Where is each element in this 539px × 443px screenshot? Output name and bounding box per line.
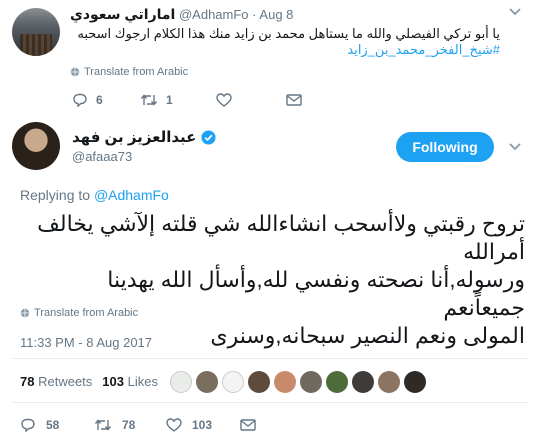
replying-to: Replying to @AdhamFo: [20, 187, 169, 203]
replying-prefix: Replying to: [20, 187, 91, 203]
reply-count: 6: [96, 93, 103, 107]
avatar[interactable]: [300, 371, 322, 393]
hashtag-link[interactable]: #شيخ_الفخر_محمد_بن_زايد: [70, 42, 500, 58]
heart-icon[interactable]: [216, 93, 232, 107]
translate-label: Translate from Arabic: [84, 66, 189, 78]
globe-icon: [20, 308, 30, 318]
like-button[interactable]: 103: [166, 418, 212, 432]
handle[interactable]: @AdhamFo: [179, 7, 249, 22]
avatar[interactable]: [326, 371, 348, 393]
likers-avatars: [170, 371, 430, 393]
tweet-text-body: يا أبو تركي الفيصلي والله ما يستاهل محمد…: [77, 26, 500, 41]
reply-button[interactable]: 58: [20, 418, 59, 432]
stats-row: 78 Retweets 103 Likes: [20, 374, 158, 389]
retweets-stat[interactable]: 78 Retweets: [20, 374, 92, 389]
retweet-count: 1: [166, 93, 173, 107]
message-icon[interactable]: [240, 418, 256, 432]
translate-link[interactable]: Translate from Arabic: [70, 66, 188, 78]
likes-stat-label: Likes: [127, 374, 158, 389]
message-icon[interactable]: [286, 93, 302, 107]
heart-icon: [166, 418, 182, 432]
avatar[interactable]: [222, 371, 244, 393]
display-name[interactable]: اماراتي سعودي: [70, 6, 175, 22]
reply-icon: [72, 93, 88, 107]
reply-count: 58: [46, 418, 60, 432]
timestamp[interactable]: 11:33 PM - 8 Aug 2017: [20, 335, 152, 350]
likes-stat-count: 103: [102, 374, 124, 389]
replying-to-link[interactable]: @AdhamFo: [94, 187, 169, 203]
divider: [12, 402, 527, 403]
like-count: 103: [192, 418, 213, 432]
avatar[interactable]: [12, 8, 60, 56]
retweets-stat-label: Retweets: [38, 374, 93, 389]
retweet-button[interactable]: 78: [94, 418, 135, 432]
retweets-stat-count: 78: [20, 374, 35, 389]
globe-icon: [70, 67, 80, 77]
retweet-icon: [94, 418, 112, 432]
handle[interactable]: @afaaa73: [72, 149, 132, 164]
chevron-down-icon[interactable]: [508, 7, 522, 17]
tweet-text: تروح رقبتي ولاأسحب انشاءالله شي قلته إلآ…: [20, 210, 525, 350]
avatar[interactable]: [196, 371, 218, 393]
reply-icon: [20, 418, 36, 432]
display-name[interactable]: عبدالعزيز بن فهد: [72, 128, 196, 146]
reply-button[interactable]: 6: [72, 93, 103, 107]
avatar[interactable]: [378, 371, 400, 393]
author-name-row: عبدالعزيز بن فهد: [72, 128, 216, 146]
avatar[interactable]: [404, 371, 426, 393]
avatar[interactable]: [352, 371, 374, 393]
tweet-date[interactable]: Aug 8: [259, 7, 293, 22]
retweet-button[interactable]: 1: [140, 93, 173, 107]
verified-icon: [201, 129, 216, 145]
divider: [12, 358, 527, 359]
retweet-icon: [140, 93, 158, 107]
likes-stat[interactable]: 103 Likes: [102, 374, 158, 389]
avatar[interactable]: [274, 371, 296, 393]
tweet-text-line: تروح رقبتي ولاأسحب انشاءالله شي قلته إلآ…: [37, 211, 525, 264]
avatar[interactable]: [12, 122, 60, 170]
avatar[interactable]: [248, 371, 270, 393]
tweet-text: يا أبو تركي الفيصلي والله ما يستاهل محمد…: [70, 26, 500, 58]
following-button[interactable]: Following: [396, 132, 494, 162]
avatar[interactable]: [170, 371, 192, 393]
chevron-down-icon[interactable]: [508, 142, 522, 152]
retweet-count: 78: [122, 418, 136, 432]
translate-link[interactable]: Translate from Arabic: [20, 307, 138, 319]
tweet1-header: اماراتي سعودي @AdhamFo · Aug 8: [70, 6, 500, 24]
translate-label: Translate from Arabic: [34, 307, 139, 319]
separator: ·: [252, 7, 257, 22]
